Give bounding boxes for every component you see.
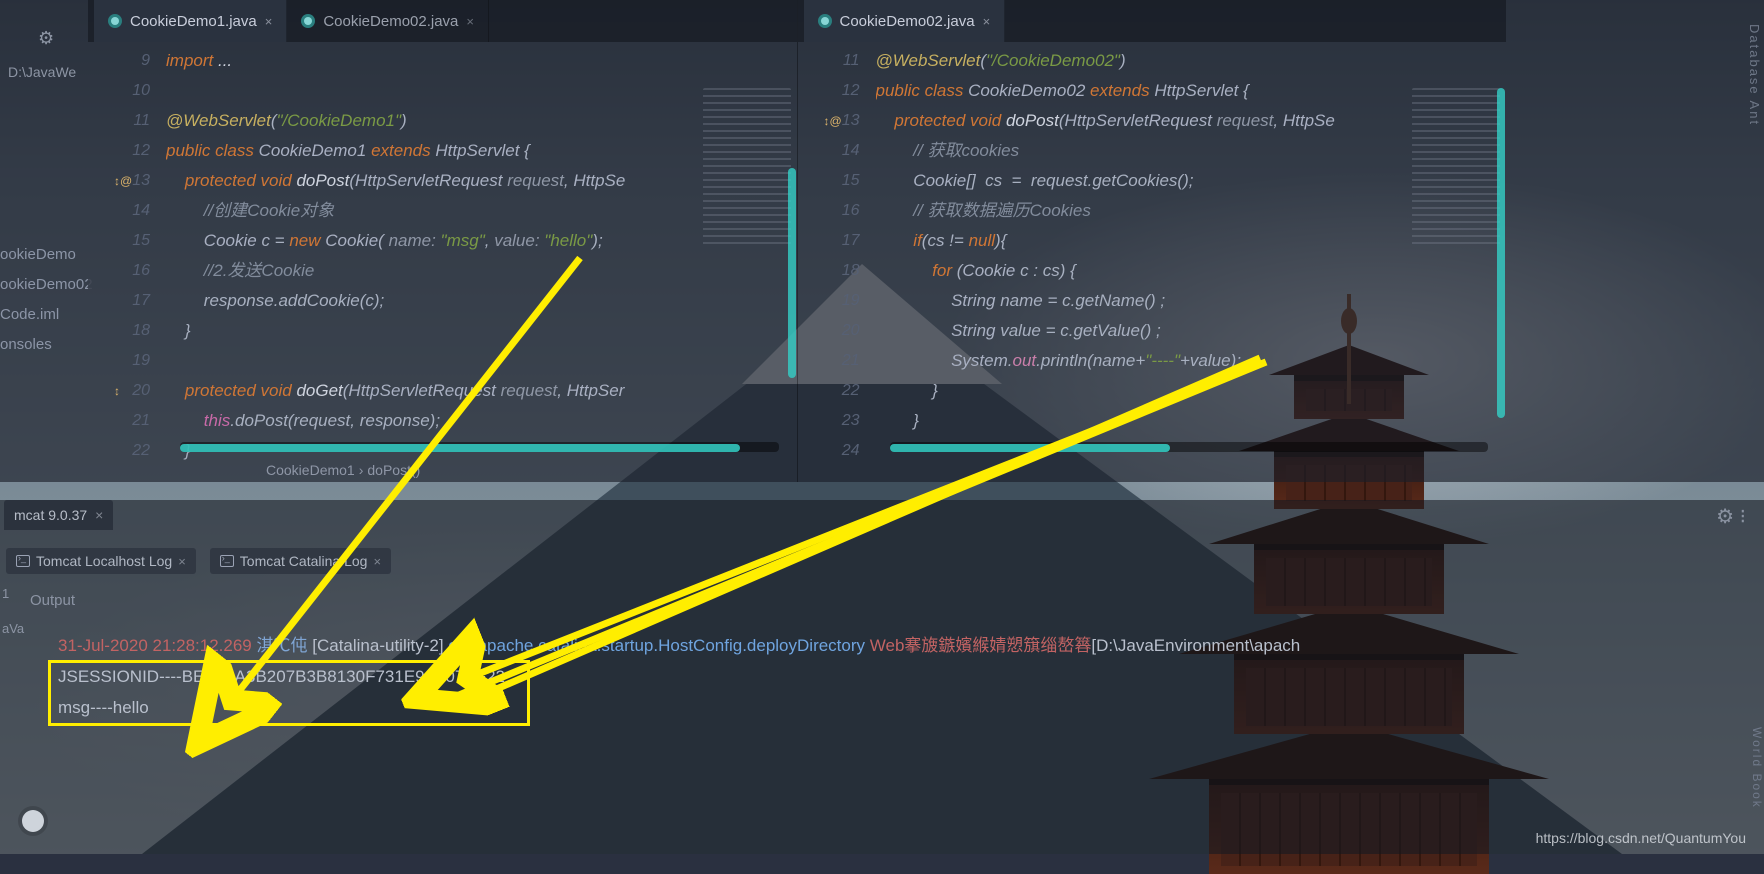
terminal-icon	[220, 555, 234, 567]
settings-icon[interactable]: ⚙	[38, 28, 54, 49]
run-gutter-buttons[interactable]: 1aVa	[2, 586, 24, 656]
close-icon[interactable]: ×	[95, 507, 103, 523]
vertical-scrollbar[interactable]	[788, 168, 796, 378]
code-line[interactable]: @WebServlet("/CookieDemo02")	[876, 46, 1507, 76]
close-icon[interactable]: ×	[466, 14, 474, 29]
code-line[interactable]: protected void doPost(HttpServletRequest…	[166, 166, 797, 196]
left-gutter: 9101112↕@13141516171819↕202122	[88, 42, 166, 482]
right-editor: CookieDemo02.java × 1112↕@13141516171819…	[797, 0, 1507, 482]
editor-tab[interactable]: CookieDemo02.java ×	[804, 0, 1006, 42]
code-line[interactable]: Cookie c = new Cookie( name: "msg", valu…	[166, 226, 797, 256]
minimap[interactable]	[1412, 88, 1500, 248]
code-line[interactable]: public class CookieDemo1 extends HttpSer…	[166, 136, 797, 166]
left-editor-tabs: CookieDemo1.java × CookieDemo02.java ×	[88, 0, 797, 42]
log-tabs: Tomcat Localhost Log× Tomcat Catalina Lo…	[6, 548, 391, 574]
project-file-fragment[interactable]: onsoles	[0, 330, 93, 360]
vertical-scrollbar[interactable]	[1497, 88, 1505, 418]
code-line[interactable]: }	[876, 406, 1507, 436]
editor-tab[interactable]: CookieDemo02.java ×	[287, 0, 489, 42]
code-line[interactable]: //创建Cookie对象	[166, 196, 797, 226]
code-line[interactable]: protected void doGet(HttpServletRequest …	[166, 376, 797, 406]
watermark: https://blog.csdn.net/QuantumYou	[1536, 830, 1746, 846]
close-icon[interactable]: ×	[373, 554, 381, 569]
code-line[interactable]: }	[876, 376, 1507, 406]
gear-icon[interactable]: ⚙ ⁝	[1716, 504, 1746, 529]
horizontal-scrollbar[interactable]	[890, 444, 1170, 452]
code-line[interactable]: import ...	[166, 46, 797, 76]
console-line: 31-Jul-2020 21:28:12.269 淇℃伅 [Catalina-u…	[58, 630, 1750, 661]
right-tool-rail: Database Ant	[1506, 0, 1764, 482]
editor-splitter: CookieDemo1.java × CookieDemo02.java × 9…	[88, 0, 1506, 482]
project-root-path: D:\JavaWe	[8, 64, 76, 80]
right-bottom-label: World Book	[1746, 727, 1764, 809]
tab-label: CookieDemo1.java	[130, 13, 257, 30]
code-line[interactable]: response.addCookie(c);	[166, 286, 797, 316]
tab-label: CookieDemo02.java	[323, 13, 458, 30]
java-file-icon	[818, 14, 832, 28]
log-tab[interactable]: Tomcat Localhost Log×	[6, 548, 196, 574]
code-line[interactable]: String value = c.getValue() ;	[876, 316, 1507, 346]
left-source[interactable]: import ... @WebServlet("/CookieDemo1")pu…	[166, 42, 797, 482]
code-line[interactable]: for (Cookie c : cs) {	[876, 256, 1507, 286]
project-file-fragment[interactable]: ookieDemo	[0, 240, 93, 270]
code-line[interactable]	[166, 76, 797, 106]
tab-label: CookieDemo02.java	[840, 13, 975, 30]
close-icon[interactable]: ×	[983, 14, 991, 29]
output-label: Output	[30, 592, 75, 609]
code-line[interactable]: System.out.println(name+"----"+value);	[876, 346, 1507, 376]
project-files-fragment: ookieDemoookieDemo02Code.imlonsoles	[0, 240, 93, 360]
code-line[interactable]: }	[166, 316, 797, 346]
code-line[interactable]: @WebServlet("/CookieDemo1")	[166, 106, 797, 136]
left-editor: CookieDemo1.java × CookieDemo02.java × 9…	[88, 0, 797, 482]
project-file-fragment[interactable]: ookieDemo02	[0, 270, 93, 300]
tool-rail-labels[interactable]: Database Ant	[1747, 24, 1762, 126]
code-line[interactable]: //2.发送Cookie	[166, 256, 797, 286]
code-line[interactable]	[166, 346, 797, 376]
close-icon[interactable]: ×	[178, 554, 186, 569]
run-tool-window: mcat 9.0.37× ⚙ ⁝ Tomcat Localhost Log× T…	[0, 500, 1764, 854]
annotation-output-box	[48, 660, 530, 726]
right-editor-tabs: CookieDemo02.java ×	[798, 0, 1507, 42]
code-line[interactable]: String name = c.getName() ;	[876, 286, 1507, 316]
log-tab[interactable]: Tomcat Catalina Log×	[210, 548, 391, 574]
project-file-fragment[interactable]: Code.iml	[0, 300, 93, 330]
editor-tab[interactable]: CookieDemo1.java ×	[94, 0, 287, 42]
horizontal-scrollbar[interactable]	[180, 444, 740, 452]
close-icon[interactable]: ×	[265, 14, 273, 29]
breadcrumb[interactable]: CookieDemo1›doPost()	[262, 462, 424, 478]
minimap[interactable]	[703, 88, 791, 248]
code-line[interactable]: this.doPost(request, response);	[166, 406, 797, 436]
run-config-tab[interactable]: mcat 9.0.37×	[4, 500, 113, 530]
terminal-icon	[16, 555, 30, 567]
project-sidebar: ⚙ D:\JavaWe ookieDemoookieDemo02Code.iml…	[0, 0, 88, 482]
download-icon[interactable]	[22, 810, 44, 832]
right-gutter: 1112↕@131415161718192021222324	[798, 42, 876, 482]
java-file-icon	[108, 14, 122, 28]
java-file-icon	[301, 14, 315, 28]
